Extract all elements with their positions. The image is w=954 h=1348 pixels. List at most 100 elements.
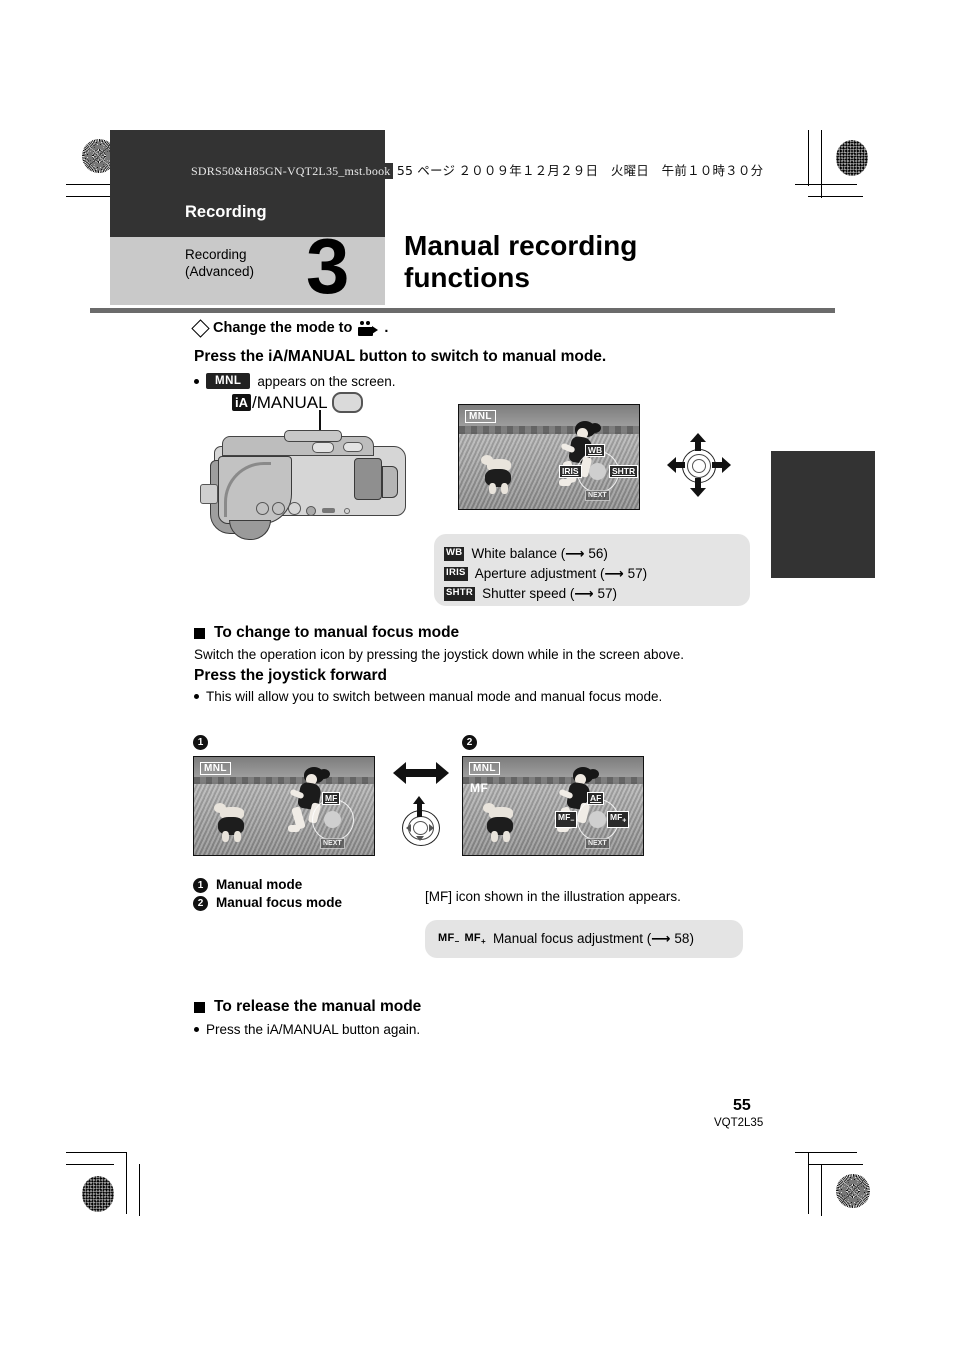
legend-label: White balance ( bbox=[471, 546, 566, 561]
ia-manual-button-label: iA /MANUAL bbox=[232, 392, 363, 413]
focus-section-bullet-text: This will allow you to switch between ma… bbox=[206, 689, 663, 704]
ia-manual-text: /MANUAL bbox=[252, 392, 328, 412]
shtr-icon: SHTR bbox=[444, 587, 476, 601]
crop-line bbox=[126, 1152, 127, 1214]
chapter-number: 3 bbox=[306, 222, 349, 310]
legend-text: Shutter speed (⟶ 57) bbox=[482, 586, 618, 601]
crop-line bbox=[808, 1152, 809, 1214]
registration-mark bbox=[95, 1111, 121, 1137]
osd-icon-iris: IRIS bbox=[559, 465, 582, 478]
focus-section-heading: To change to manual focus mode bbox=[214, 624, 460, 641]
legend-page-ref: 57 bbox=[627, 566, 643, 581]
osd-mf-label: MF bbox=[470, 781, 489, 795]
legend-focus-close: ) bbox=[689, 931, 694, 946]
mf-plus-icon-sign: + bbox=[480, 937, 486, 947]
chapter-sub-line2: (Advanced) bbox=[185, 264, 255, 279]
osd-icon-next: NEXT bbox=[585, 490, 610, 501]
osd-joystick-center bbox=[589, 463, 606, 480]
registration-mark bbox=[775, 1171, 801, 1197]
manual-page: SDRS50&H85GN-VQT2L35_mst.book 55 ページ ２００… bbox=[0, 0, 954, 1348]
joystick-small-arrow-right bbox=[429, 824, 434, 832]
page-title-line1: Manual recording bbox=[404, 230, 638, 261]
registration-mark bbox=[151, 1171, 177, 1197]
registration-mark bbox=[780, 153, 806, 179]
release-section-bullet-text: Press the iA/MANUAL button again. bbox=[206, 1022, 421, 1037]
crop-line bbox=[66, 1152, 126, 1153]
lcd-subject-dog bbox=[214, 801, 262, 843]
caption-item-1: 1 Manual mode bbox=[193, 876, 433, 894]
step-badge-2: 2 bbox=[193, 895, 208, 911]
legend-close: ) bbox=[612, 586, 618, 601]
print-header-date: ２００９年１２月２９日 火曜日 午前１０時３０分 bbox=[458, 163, 764, 178]
osd-mnl-badge: MNL bbox=[465, 410, 496, 423]
osd-icon-shtr: SHTR bbox=[609, 465, 639, 478]
bullet-dot-icon bbox=[194, 694, 199, 699]
osd-mnl-badge: MNL bbox=[469, 762, 500, 775]
legend-close: ) bbox=[642, 566, 648, 581]
square-bullet-icon bbox=[194, 627, 205, 639]
crop-line bbox=[808, 130, 809, 186]
mf-minus-icon-label: MF bbox=[438, 931, 455, 944]
joystick-arrow-right bbox=[722, 457, 731, 473]
osd-joystick-overlay: MF NEXT bbox=[298, 792, 366, 853]
thumb-index-tab bbox=[771, 451, 875, 578]
osd-icon-next: NEXT bbox=[585, 838, 610, 849]
mf-plus-icon-label: MF bbox=[464, 931, 481, 944]
joystick-arrow-left bbox=[667, 457, 676, 473]
joystick-illustration-forward bbox=[400, 796, 442, 846]
legend-text: Aperture adjustment (⟶ 57) bbox=[474, 566, 648, 581]
osd-icon-af: AF bbox=[587, 792, 605, 805]
osd-mnl-badge: MNL bbox=[200, 762, 231, 775]
caption-item-1-label: Manual mode bbox=[216, 877, 303, 892]
chapter-band-body: Recording (Advanced) 3 bbox=[110, 222, 385, 310]
crop-line bbox=[795, 184, 857, 185]
registration-mark bbox=[95, 657, 121, 683]
osd-icon-mf: MF bbox=[322, 792, 341, 805]
bullet-dot-icon bbox=[194, 1027, 199, 1032]
osd-icon-mf-minus-label: MF bbox=[558, 812, 571, 822]
mf-plus-icon: MF+ bbox=[464, 932, 485, 946]
intro-bullet: MNL appears on the screen. bbox=[194, 373, 834, 389]
page-body: Change the mode to . Press the iA/MANUAL… bbox=[191, 318, 834, 393]
print-header-filename: SDRS50&H85GN-VQT2L35_mst.book bbox=[188, 163, 394, 179]
mode-change-line: Change the mode to . bbox=[191, 318, 834, 338]
print-weave-mark bbox=[836, 140, 868, 176]
document-code: VQT2L35 bbox=[714, 1117, 764, 1129]
crop-line bbox=[821, 1164, 822, 1216]
lcd-screen-main: MNL WB IRIS SHTR NEXT bbox=[458, 404, 640, 510]
legend-page-ref: 56 bbox=[588, 546, 604, 561]
toggle-arrow-horizontal bbox=[393, 762, 449, 784]
crop-line bbox=[66, 196, 114, 197]
registration-mark bbox=[831, 1111, 857, 1137]
legend-focus-text: Manual focus adjustment (⟶ 58) bbox=[492, 931, 694, 946]
joystick-arrow-down bbox=[690, 488, 706, 497]
legend-row: WB White balance (⟶ 56) bbox=[444, 544, 750, 564]
camcorder-illustration bbox=[196, 422, 416, 542]
osd-icon-mf-minus: MF− bbox=[555, 811, 578, 828]
osd-joystick-overlay: AF MF− MF+ NEXT bbox=[555, 792, 631, 853]
crop-line bbox=[808, 1164, 863, 1165]
lcd-screen-one: MNL MF NEXT bbox=[193, 756, 375, 856]
joystick-small-arrow-left bbox=[406, 824, 411, 832]
focus-mode-section: To change to manual focus mode Switch th… bbox=[194, 624, 834, 708]
focus-section-subheading: Press the joystick forward bbox=[194, 667, 387, 684]
mf-minus-icon-sign: − bbox=[454, 937, 460, 947]
caption-item-2: 2 Manual focus mode bbox=[193, 894, 433, 912]
osd-icon-mf-plus-sign: + bbox=[622, 817, 627, 825]
joystick-forward-stem bbox=[417, 803, 422, 817]
chapter-sub-line1: Recording bbox=[185, 247, 247, 262]
osd-icon-mf-plus-label: MF bbox=[610, 812, 623, 822]
legend-row: SHTR Shutter speed (⟶ 57) bbox=[444, 584, 750, 604]
lcd-subject-dog bbox=[483, 801, 531, 843]
legend-label: Shutter speed ( bbox=[482, 586, 575, 601]
square-bullet-icon bbox=[194, 1001, 205, 1013]
focus-section-heading-row: To change to manual focus mode bbox=[194, 624, 834, 642]
iris-icon: IRIS bbox=[444, 567, 468, 581]
crop-line bbox=[795, 1152, 857, 1153]
step-badge-2: 2 bbox=[462, 735, 477, 750]
instruction-heading: Press the iA/MANUAL button to switch to … bbox=[194, 348, 607, 365]
joystick-illustration-main bbox=[667, 433, 731, 497]
legend-text: White balance (⟶ 56) bbox=[471, 546, 608, 561]
legend-focus-label: Manual focus adjustment ( bbox=[492, 931, 652, 946]
joystick-forward-arrow bbox=[413, 796, 425, 804]
